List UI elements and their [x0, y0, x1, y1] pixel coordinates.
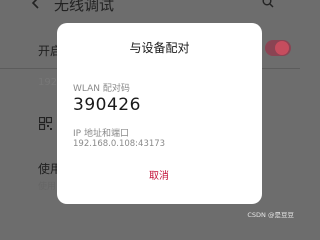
- dialog-title: 与设备配对: [129, 41, 190, 55]
- ip-port-label: IP 地址和端口: [73, 129, 129, 139]
- app-bar: 无线调试: [0, 0, 300, 20]
- qr-scan-icon[interactable]: [39, 117, 52, 130]
- pairing-code-value: 390426: [73, 95, 141, 115]
- pair-device-dialog: 与设备配对 WLAN 配对码 390426 IP 地址和端口 192.168.0…: [57, 23, 262, 204]
- cancel-button[interactable]: 取消: [119, 165, 199, 189]
- toggle-knob: [275, 41, 289, 55]
- watermark: CSDN @是豆豆: [247, 211, 294, 219]
- pairing-code-label: WLAN 配对码: [73, 84, 130, 94]
- search-icon[interactable]: [262, 0, 274, 8]
- ip-port-value: 192.168.0.108:43173: [73, 139, 166, 149]
- device-ip-hint: 192: [38, 77, 58, 88]
- page-title: 无线调试: [54, 0, 115, 14]
- pair-with-code-sublabel: 使用: [38, 182, 57, 192]
- wireless-debug-toggle[interactable]: [265, 40, 291, 56]
- back-arrow-icon[interactable]: [30, 0, 42, 10]
